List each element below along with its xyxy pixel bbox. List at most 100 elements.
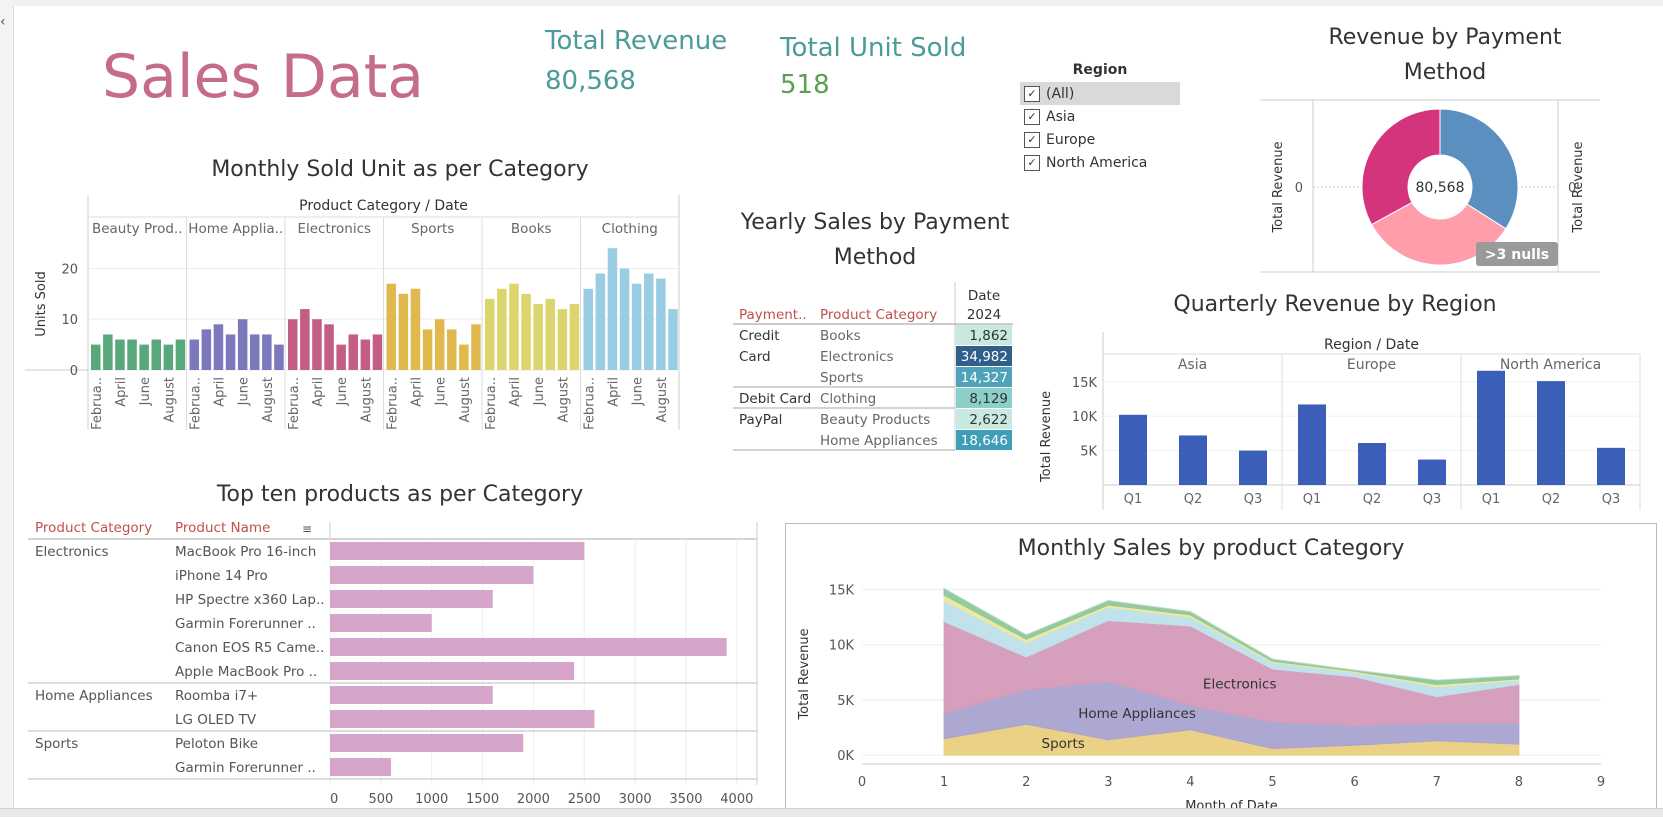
donut-center-label: 80,568 <box>1416 180 1465 196</box>
x-tick-label: April <box>409 377 424 407</box>
right-zero-label: 0 <box>1568 181 1576 196</box>
checkbox-icon[interactable]: ✓ <box>1024 154 1040 171</box>
bar <box>330 542 585 560</box>
bar <box>459 344 469 370</box>
category-cell: Home Appliances <box>820 433 938 449</box>
product-name: Garmin Forerunner .. <box>175 616 316 632</box>
kpi-revenue-value: 80,568 <box>545 66 636 96</box>
checkbox-icon[interactable]: ✓ <box>1024 131 1040 148</box>
bar <box>569 304 580 370</box>
x-tick-label: Februa.. <box>90 377 105 430</box>
bar <box>521 293 531 370</box>
x-tick-label: 3000 <box>619 792 652 807</box>
x-tick-label: June <box>434 377 449 406</box>
bar <box>1418 459 1446 485</box>
bar <box>485 298 495 370</box>
nulls-badge-label: >3 nulls <box>1485 247 1549 263</box>
bar <box>583 288 593 370</box>
bar <box>330 758 392 776</box>
region-filter-item[interactable]: ✓ Europe <box>1020 128 1180 151</box>
bar <box>225 334 236 370</box>
x-tick-label: August <box>261 377 276 423</box>
bar <box>330 566 534 584</box>
x-tick-label: 4 <box>1186 775 1194 790</box>
bar <box>300 309 310 370</box>
bar <box>656 278 666 370</box>
category-label: Sports <box>35 736 78 752</box>
bar <box>213 324 224 370</box>
bar <box>330 734 524 752</box>
bar <box>497 288 507 370</box>
payment-method-label: Credit <box>739 328 780 344</box>
bar <box>509 283 519 370</box>
bar <box>668 309 678 370</box>
bar <box>330 662 575 680</box>
bar <box>237 319 248 370</box>
x-tick-label: Q2 <box>1542 492 1561 507</box>
panel-label: North America <box>1500 357 1601 373</box>
category-label: Electronics <box>35 544 109 560</box>
panel-label: Electronics <box>297 221 371 237</box>
region-filter-item[interactable]: ✓ (All) <box>1020 82 1180 105</box>
y-tick-label: 5K <box>1080 445 1097 460</box>
region-filter-item[interactable]: ✓ North America <box>1020 151 1180 174</box>
bar <box>607 248 618 370</box>
bar <box>324 324 334 370</box>
left-collapse-bar[interactable]: ‹ <box>0 0 14 816</box>
y-tick-label: 10K <box>1072 410 1098 425</box>
y-tick-label: 15K <box>829 584 855 599</box>
region-filter-label: Europe <box>1046 131 1096 148</box>
bar <box>103 334 113 370</box>
x-tick-label: Februa.. <box>484 377 499 430</box>
payment-method-label: Card <box>739 349 771 365</box>
bar <box>619 268 630 370</box>
panel-label: Sports <box>411 221 454 237</box>
bar <box>1537 381 1565 485</box>
x-tick-label: August <box>556 377 571 423</box>
x-tick-label: 500 <box>368 792 393 807</box>
year-header: 2024 <box>967 307 1001 323</box>
bar <box>1179 435 1207 485</box>
bar <box>91 344 101 370</box>
value-cell: 18,646 <box>961 433 1008 449</box>
bar <box>1358 443 1386 485</box>
dashboard-title: Sales Data <box>102 42 425 112</box>
y-tick-label: 20 <box>61 262 78 277</box>
bar <box>1298 404 1326 485</box>
category-cell: Sports <box>820 370 863 386</box>
bar <box>471 324 481 370</box>
x-axis-label: Month of Date <box>1185 799 1278 808</box>
checkbox-icon[interactable]: ✓ <box>1024 85 1040 102</box>
x-tick-label: June <box>237 377 252 406</box>
monthly-units-chart: Product Category / Date 0 10 20 Units Sold Be… <box>25 195 680 430</box>
value-cell: 2,622 <box>969 412 1008 428</box>
top-products-title: Top ten products as per Category <box>216 482 584 507</box>
panel-label: Asia <box>1178 357 1207 373</box>
x-tick-label: 5 <box>1268 775 1276 790</box>
product-name: LG OLED TV <box>175 712 257 728</box>
col-header-category: Product Category <box>820 307 937 323</box>
kpi-revenue-label: Total Revenue <box>545 26 728 56</box>
area-series-label: Home Appliances <box>1078 706 1196 722</box>
top-strip <box>13 0 1663 6</box>
bar <box>422 329 433 370</box>
x-tick-label: April <box>212 377 227 407</box>
bar <box>386 283 396 370</box>
area-series-label: Electronics <box>1203 677 1277 693</box>
bar <box>330 590 493 608</box>
y-tick-label: 0 <box>70 364 78 379</box>
region-filter-item[interactable]: ✓ Asia <box>1020 105 1180 128</box>
x-tick-label: 1 <box>940 775 948 790</box>
y-tick-label: 15K <box>1072 376 1098 391</box>
product-name: Garmin Forerunner .. <box>175 760 316 776</box>
x-tick-label: 2000 <box>517 792 550 807</box>
x-tick-label: June <box>532 377 547 406</box>
x-tick-label: June <box>631 377 646 406</box>
checkbox-icon[interactable]: ✓ <box>1024 108 1040 125</box>
x-tick-label: 3500 <box>669 792 702 807</box>
x-tick-label: 2 <box>1022 775 1030 790</box>
bar <box>557 309 568 370</box>
collapse-arrow-icon[interactable]: ‹ <box>0 14 6 30</box>
y-tick-label: 0K <box>837 749 854 764</box>
x-tick-label: 2500 <box>568 792 601 807</box>
